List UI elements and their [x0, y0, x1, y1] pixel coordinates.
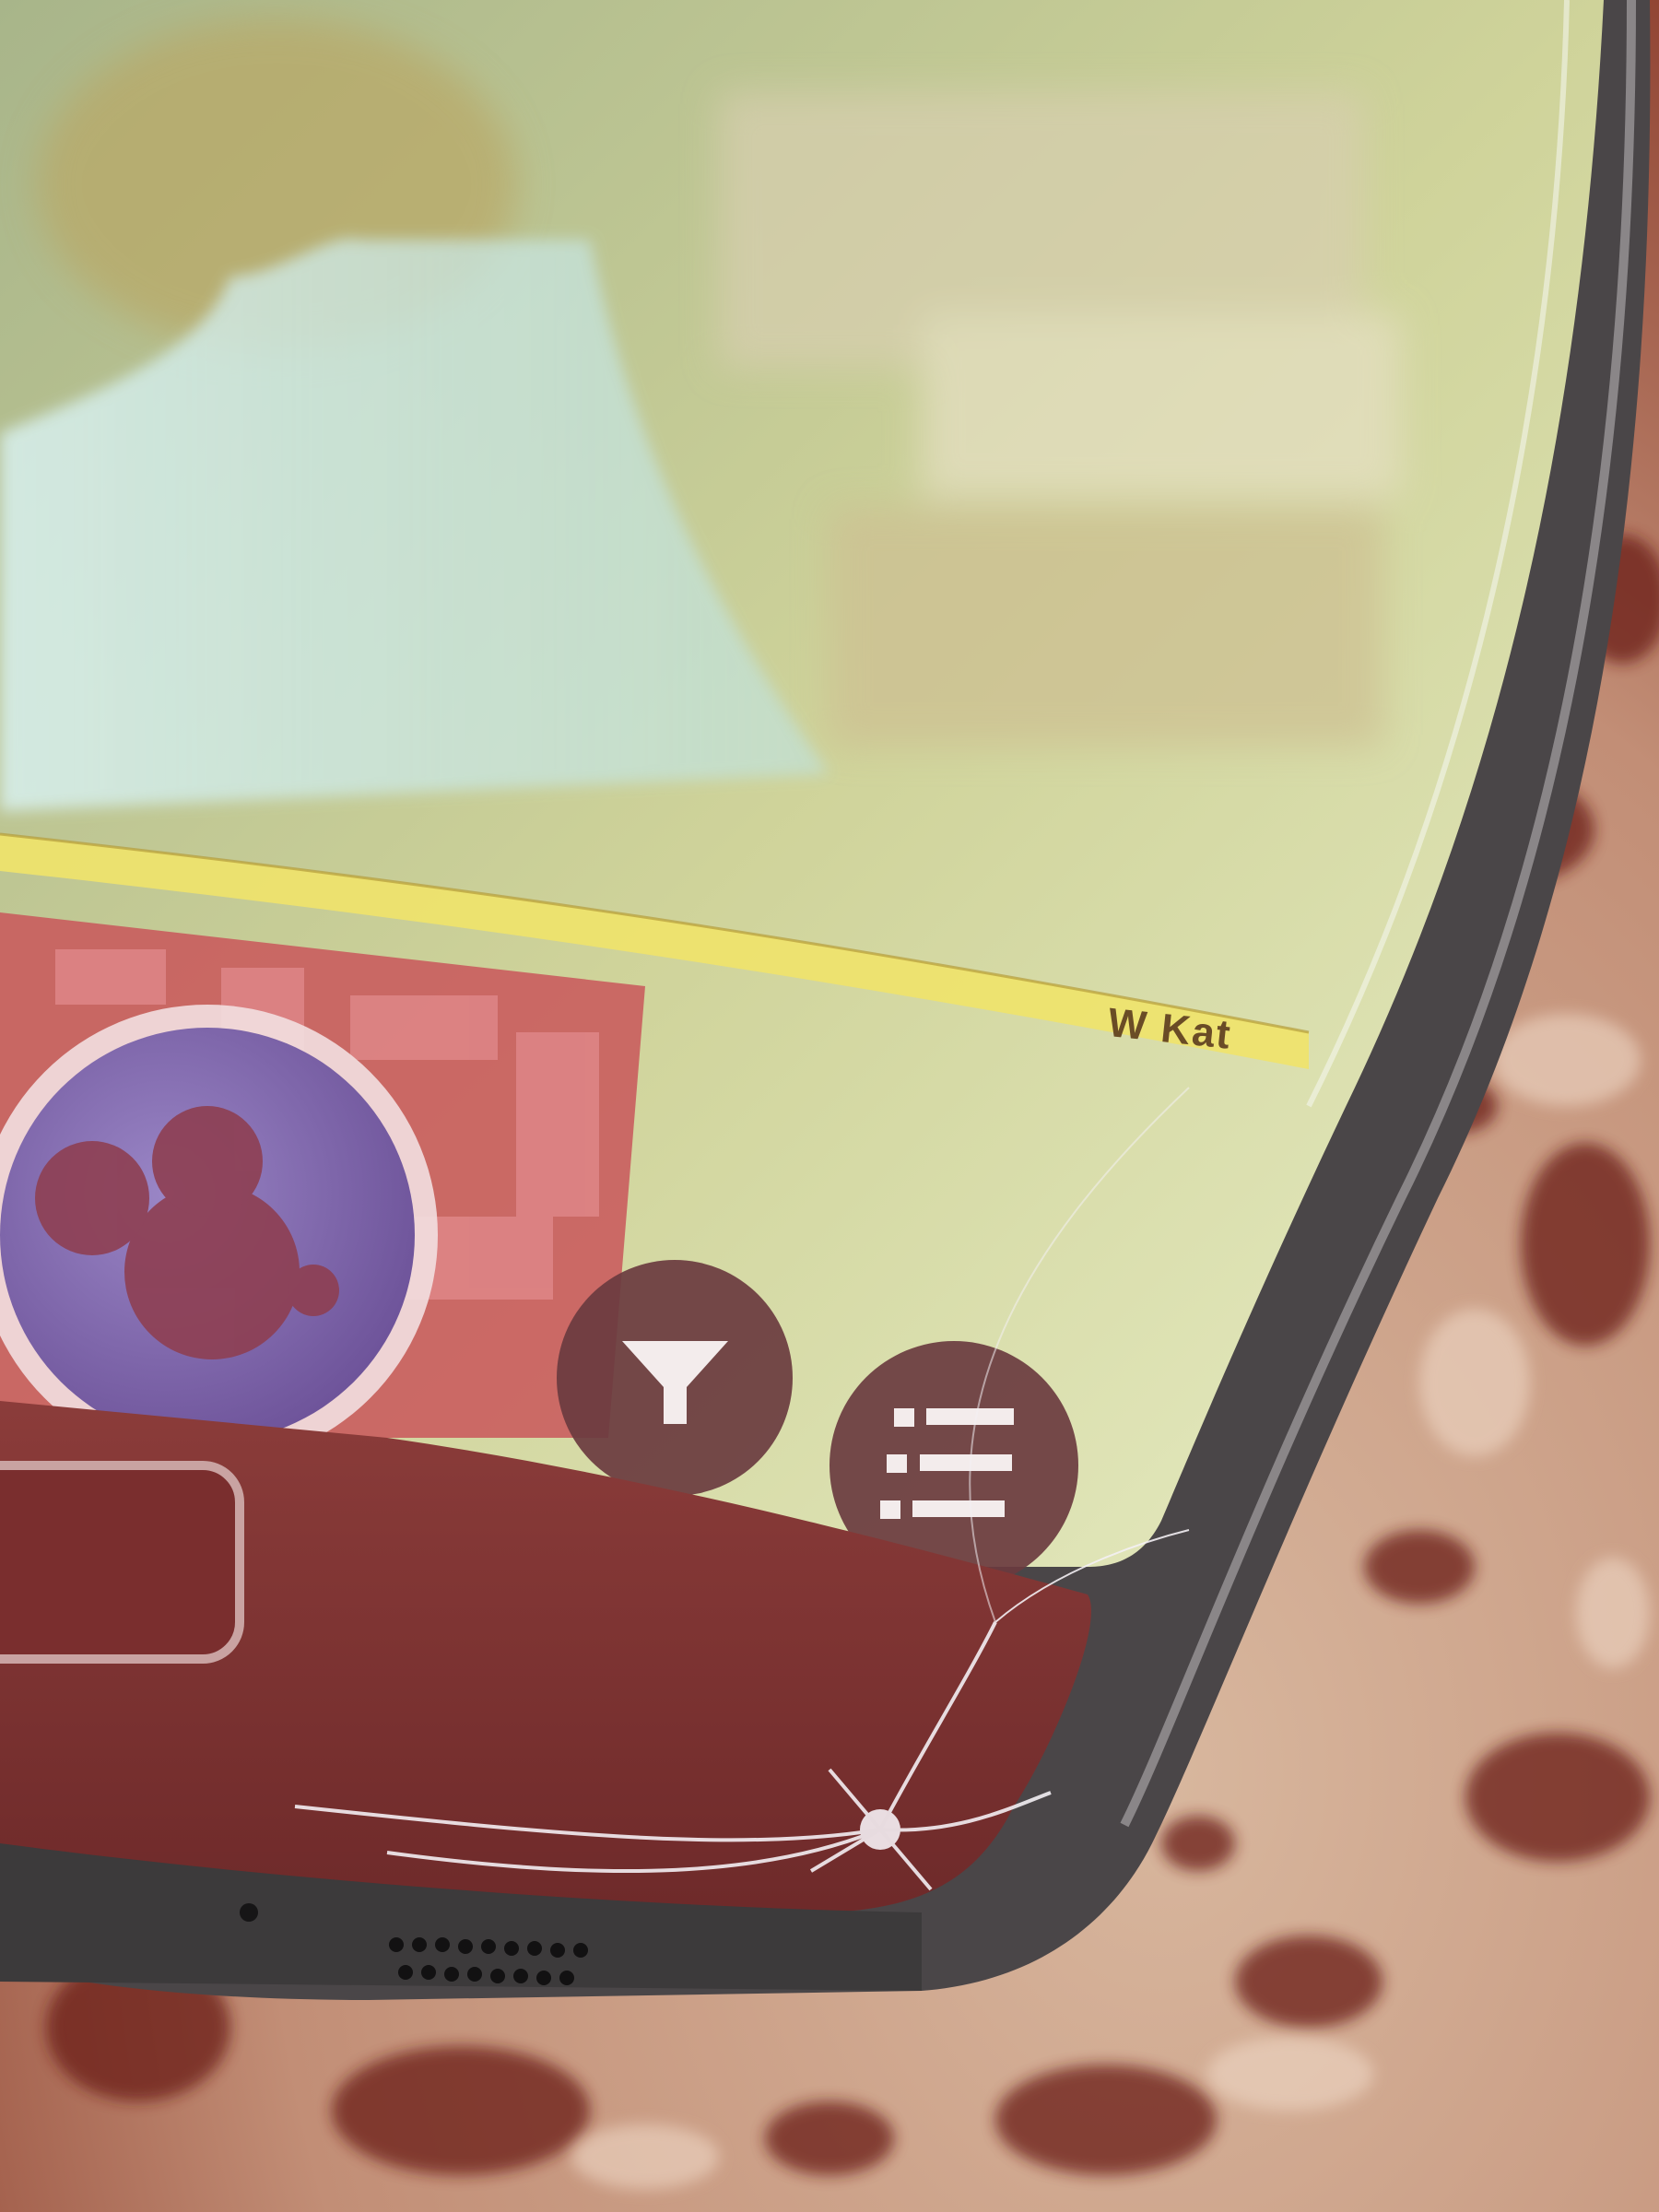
phone-photo-scene	[0, 0, 1659, 2212]
filter-button[interactable]	[557, 1260, 793, 1496]
list-icon	[880, 1408, 1014, 1519]
microphone-hole	[240, 1903, 258, 1922]
home-button[interactable]	[0, 1461, 244, 1664]
